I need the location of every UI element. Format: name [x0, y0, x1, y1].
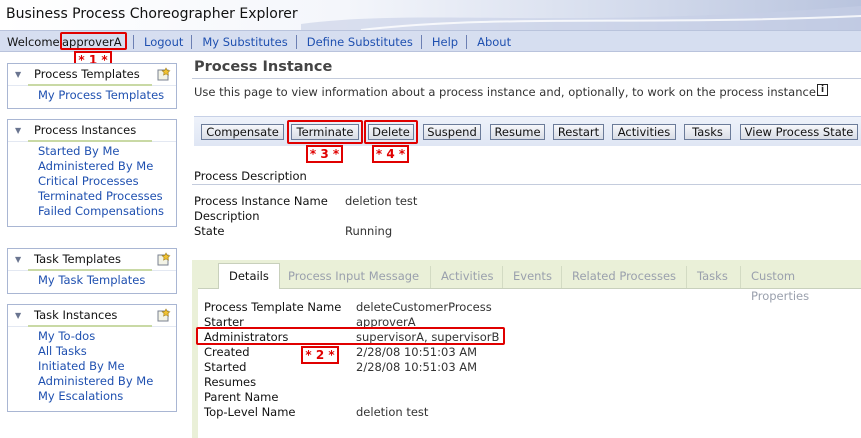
callout-box-username [60, 32, 127, 50]
sidebar-process-instances: ▼ Process Instances Started By Me Admini… [7, 119, 177, 227]
title-bar: Business Process Choreographer Explorer [0, 0, 861, 30]
callout-marker-2: * 2 * [301, 346, 339, 364]
detail-label: Resumes [204, 375, 257, 389]
sidebar-item-administered-by-me[interactable]: Administered By Me [38, 159, 176, 174]
callout-box-terminate [287, 120, 363, 144]
field-label: Description [194, 209, 260, 223]
detail-label: Created [204, 345, 250, 359]
detail-value: deletion test [356, 405, 429, 419]
sidebar-item-terminated-processes[interactable]: Terminated Processes [38, 189, 176, 204]
suspend-button[interactable]: Suspend [423, 124, 481, 140]
callout-marker-4: * 4 * [372, 145, 409, 163]
detail-value: 2/28/08 10:51:03 AM [356, 360, 478, 374]
nav-links: Logout My Substitutes Define Substitutes… [133, 35, 519, 49]
add-to-favorites-icon[interactable] [157, 252, 171, 266]
detail-label: Top-Level Name [204, 405, 296, 419]
sidebar-item-all-tasks[interactable]: All Tasks [38, 344, 176, 359]
collapse-triangle-icon[interactable]: ▼ [15, 70, 21, 79]
sidebar-item-administered-by-me[interactable]: Administered By Me [38, 374, 176, 389]
sidebar-item-started-by-me[interactable]: Started By Me [38, 144, 176, 159]
sidebar-item-my-to-dos[interactable]: My To-dos [38, 329, 176, 344]
sidebar-task-instances: ▼ Task Instances My To-dos All Tasks Ini… [7, 304, 177, 412]
page-description: Use this page to view information about … [194, 85, 820, 99]
tab-tasks[interactable]: Tasks [686, 266, 738, 288]
activities-button[interactable]: Activities [612, 124, 676, 140]
tasks-button[interactable]: Tasks [684, 124, 731, 140]
tab-process-input-message[interactable]: Process Input Message [278, 266, 429, 288]
sidebar-item-critical-processes[interactable]: Critical Processes [38, 174, 176, 189]
callout-box-delete [364, 120, 418, 144]
detail-value: deleteCustomerProcess [356, 300, 492, 314]
detail-label: Process Template Name [204, 300, 342, 314]
resume-button[interactable]: Resume [490, 124, 545, 140]
help-link[interactable]: Help [420, 35, 466, 49]
tab-activities[interactable]: Activities [430, 266, 503, 288]
detail-value: 2/28/08 10:51:03 AM [356, 345, 478, 359]
collapse-triangle-icon[interactable]: ▼ [15, 255, 21, 264]
field-value: Running [345, 224, 393, 238]
tab-custom-properties[interactable]: Custom Properties [740, 266, 861, 303]
sidebar-item-my-escalations[interactable]: My Escalations [38, 389, 176, 404]
tab-details[interactable]: Details [218, 263, 280, 289]
field-value: deletion test [345, 194, 418, 208]
sidebar-heading: Process Templates [34, 67, 140, 81]
my-substitutes-link[interactable]: My Substitutes [191, 35, 295, 49]
tab-events[interactable]: Events [502, 266, 562, 288]
page-title: Process Instance [194, 59, 333, 75]
nav-bar: Welcome approverA Logout My Substitutes … [0, 30, 861, 52]
sidebar-item-my-process-templates[interactable]: My Process Templates [38, 88, 176, 103]
section-heading: Process Description [194, 169, 307, 183]
callout-box-administrators [196, 327, 505, 345]
about-link[interactable]: About [466, 35, 519, 49]
info-icon[interactable]: i [817, 84, 828, 96]
add-to-favorites-icon[interactable] [157, 67, 171, 81]
restart-button[interactable]: Restart [553, 124, 604, 140]
sidebar-heading: Task Templates [34, 252, 121, 266]
sidebar-heading: Task Instances [34, 308, 118, 322]
compensate-button[interactable]: Compensate [201, 124, 284, 140]
tab-related-processes[interactable]: Related Processes [561, 266, 686, 288]
collapse-triangle-icon[interactable]: ▼ [15, 311, 21, 320]
header-swoosh-graphic [301, 6, 861, 30]
sidebar-heading: Process Instances [34, 123, 137, 137]
sidebar-item-my-task-templates[interactable]: My Task Templates [38, 273, 176, 288]
app-title: Business Process Choreographer Explorer [6, 6, 298, 22]
detail-label: Started [204, 360, 247, 374]
sidebar-task-templates: ▼ Task Templates My Task Templates [7, 248, 177, 294]
field-label: State [194, 224, 225, 238]
define-substitutes-link[interactable]: Define Substitutes [295, 35, 421, 49]
logout-link[interactable]: Logout [133, 35, 191, 49]
divider [192, 78, 861, 79]
sidebar-item-initiated-by-me[interactable]: Initiated By Me [38, 359, 176, 374]
add-to-favorites-icon[interactable] [157, 308, 171, 322]
field-label: Process Instance Name [194, 194, 328, 208]
callout-marker-3: * 3 * [306, 145, 343, 163]
sidebar-process-templates: ▼ Process Templates My Process Templates [7, 63, 177, 109]
sidebar-item-failed-compensations[interactable]: Failed Compensations [38, 204, 176, 219]
collapse-triangle-icon[interactable]: ▼ [15, 126, 21, 135]
detail-label: Parent Name [204, 390, 279, 404]
divider [192, 184, 861, 185]
view-process-state-button[interactable]: View Process State [740, 124, 858, 140]
welcome-label: Welcome [7, 35, 60, 49]
